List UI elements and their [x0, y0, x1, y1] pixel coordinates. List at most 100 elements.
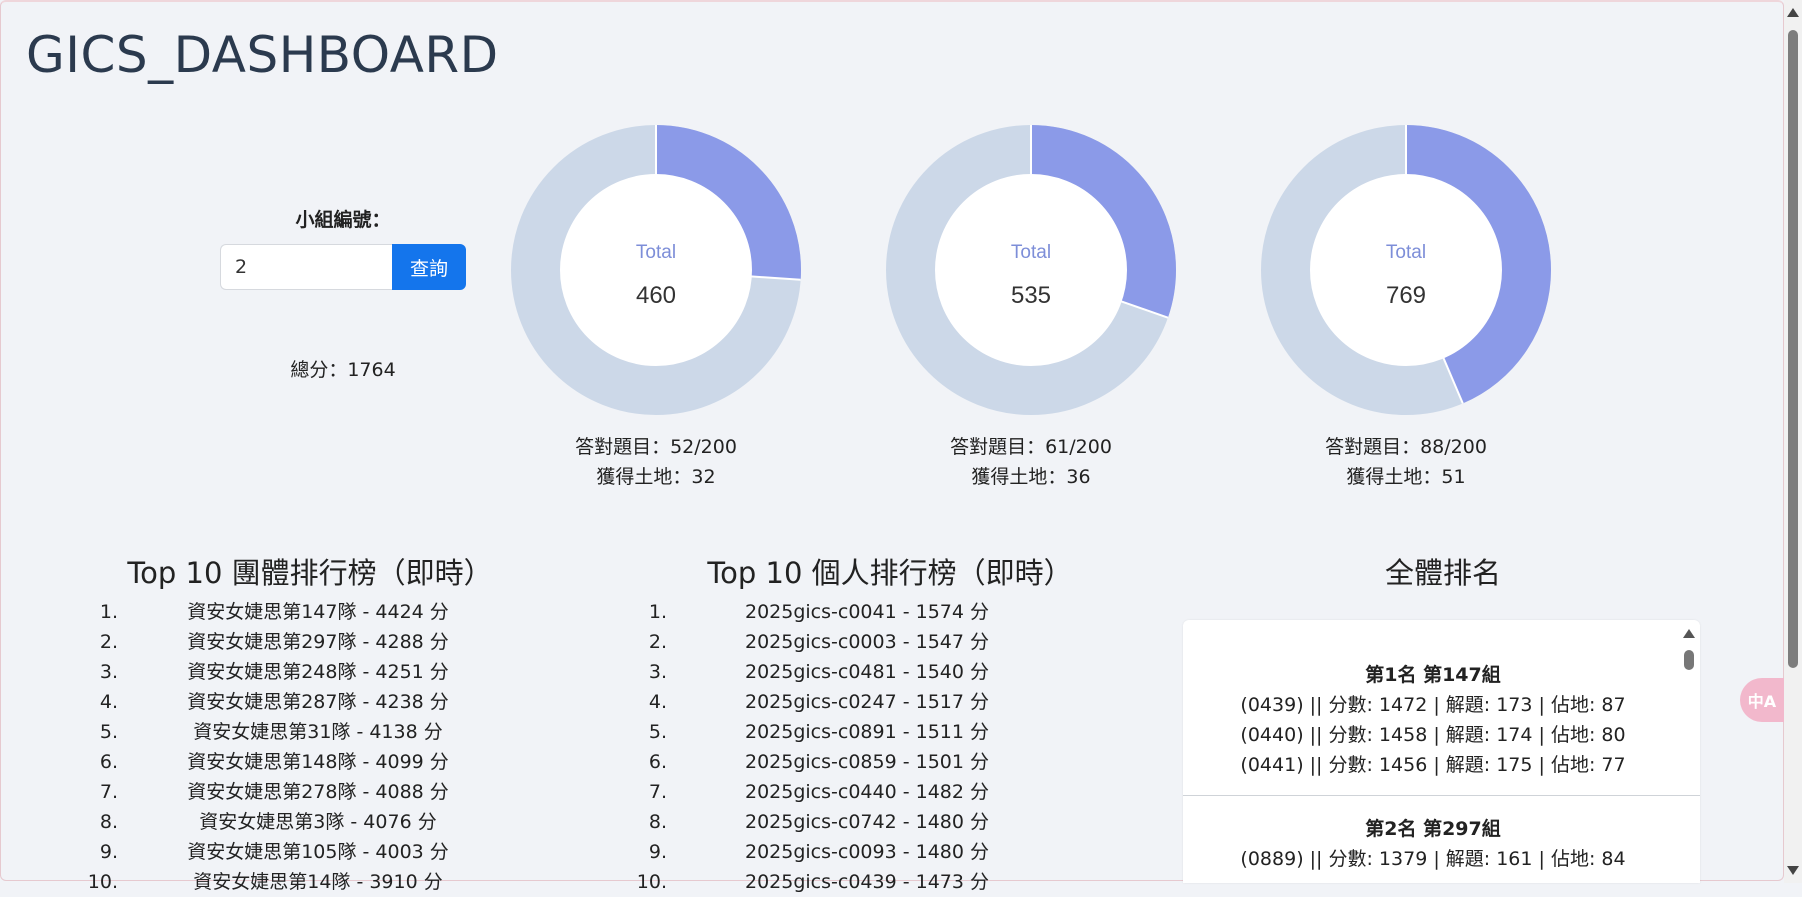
donut-svg-1: Total 460 [511, 125, 801, 415]
ranking-number: 9. [99, 841, 118, 863]
land-count: 獲得土地：36 [971, 466, 1091, 488]
ranking-number: 1. [99, 601, 118, 623]
ranking-item: 4. 2025gics-c0247 - 1517 分 [627, 687, 1107, 717]
group-query-panel: 小組編號： 查詢 [220, 205, 466, 290]
query-button[interactable]: 查詢 [392, 244, 466, 290]
donut-svg-3: Total 769 [1261, 125, 1551, 415]
ranking-number: 8. [99, 811, 118, 833]
donut-caption-1: 答對題目：52/200 獲得土地：32 [511, 432, 801, 492]
member-score-line: (0440) || 分數: 1458 | 解題: 174 | 佔地: 80 [1240, 724, 1626, 746]
ranking-number: 5. [648, 721, 667, 743]
ranking-number: 2. [99, 631, 118, 653]
ranking-number: 10. [636, 871, 667, 893]
ranking-item: 9. 2025gics-c0093 - 1480 分 [627, 837, 1107, 867]
page-scroll-up-icon[interactable] [1787, 8, 1799, 17]
group-heading: 第2名 第297組 [1365, 818, 1501, 840]
total-score: 總分：1764 [290, 359, 396, 381]
ranking-item: 10. 2025gics-c0439 - 1473 分 [627, 867, 1107, 897]
individual-ranking-title: Top 10 個人排行榜（即時） [707, 556, 1073, 590]
donut-hole [935, 174, 1127, 366]
ranking-text: 2025gics-c0859 - 1501 分 [744, 751, 990, 773]
overall-ranking-scrollbar[interactable] [1678, 620, 1700, 883]
overall-ranking-content: 第1名 第147組 (0439) || 分數: 1472 | 解題: 173 | … [1183, 620, 1700, 874]
ranking-text: 2025gics-c0440 - 1482 分 [744, 781, 990, 803]
ranking-item: 9. 資安女婕思第105隊 - 4003 分 [78, 837, 558, 867]
donut-caption-2: 答對題目：61/200 獲得土地：36 [886, 432, 1176, 492]
ranking-text: 資安女婕思第297隊 - 4288 分 [187, 631, 449, 653]
page-scroll-thumb[interactable] [1788, 30, 1798, 668]
ranking-item: 10. 資安女婕思第14隊 - 3910 分 [78, 867, 558, 897]
donut-hole [1310, 174, 1502, 366]
ranking-number: 4. [99, 691, 118, 713]
ranking-number: 7. [99, 781, 118, 803]
ranking-text: 資安女婕思第14隊 - 3910 分 [193, 871, 443, 893]
member-score-line: (0889) || 分數: 1379 | 解題: 161 | 佔地: 84 [1240, 848, 1626, 870]
donut-chart-2: Total 535 [886, 125, 1176, 415]
overall-ranking-title: 全體排名 [1384, 556, 1501, 590]
ranking-item: 4. 資安女婕思第287隊 - 4238 分 [78, 687, 558, 717]
ranking-number: 9. [648, 841, 667, 863]
group-block: 第2名 第297組 (0889) || 分數: 1379 | 解題: 161 | … [1203, 814, 1663, 874]
ranking-item: 5. 2025gics-c0891 - 1511 分 [627, 717, 1107, 747]
ranking-text: 資安女婕思第278隊 - 4088 分 [187, 781, 449, 803]
donut-total-value: 535 [1011, 282, 1051, 309]
donut-center-label: Total [636, 242, 676, 263]
donut-total-value: 769 [1386, 282, 1426, 309]
donut-center-label: Total [1386, 242, 1426, 263]
page-scroll-down-icon[interactable] [1787, 866, 1799, 875]
ranking-item: 2. 資安女婕思第297隊 - 4288 分 [78, 627, 558, 657]
group-number-label: 小組編號： [295, 209, 391, 231]
ranking-item: 8. 資安女婕思第3隊 - 4076 分 [78, 807, 558, 837]
group-divider [1183, 795, 1700, 796]
page-title: GICS_DASHBOARD [26, 26, 499, 84]
donut-chart-3: Total 769 [1261, 125, 1551, 415]
ranking-text: 2025gics-c0041 - 1574 分 [744, 601, 990, 623]
ranking-text: 2025gics-c0003 - 1547 分 [744, 631, 990, 653]
ranking-item: 2. 2025gics-c0003 - 1547 分 [627, 627, 1107, 657]
ranking-text: 資安女婕思第248隊 - 4251 分 [187, 661, 449, 683]
ranking-number: 4. [648, 691, 667, 713]
group-block: 第1名 第147組 (0439) || 分數: 1472 | 解題: 173 | … [1203, 660, 1663, 780]
query-row: 查詢 [220, 244, 466, 290]
ranking-number: 6. [99, 751, 118, 773]
ranking-text: 2025gics-c0742 - 1480 分 [744, 811, 990, 833]
team-ranking-list: 1. 資安女婕思第147隊 - 4424 分 2. 資安女婕思第297隊 - 4288… [78, 597, 558, 897]
land-count: 獲得土地：32 [596, 466, 716, 488]
ranking-number: 7. [648, 781, 667, 803]
overall-ranking-panel[interactable]: 第1名 第147組 (0439) || 分數: 1472 | 解題: 173 | … [1183, 620, 1700, 883]
ranking-text: 2025gics-c0439 - 1473 分 [744, 871, 990, 893]
scroll-thumb[interactable] [1684, 650, 1694, 670]
ranking-item: 1. 2025gics-c0041 - 1574 分 [627, 597, 1107, 627]
ranking-number: 2. [648, 631, 667, 653]
ranking-text: 資安女婕思第31隊 - 4138 分 [193, 721, 443, 743]
donut-hole [560, 174, 752, 366]
team-ranking-title: Top 10 團體排行榜（即時） [127, 556, 493, 590]
ranking-number: 6. [648, 751, 667, 773]
ranking-text: 資安女婕思第105隊 - 4003 分 [187, 841, 449, 863]
translate-icon[interactable]: 中A [1740, 678, 1784, 722]
ranking-text: 2025gics-c0481 - 1540 分 [744, 661, 990, 683]
ranking-text: 2025gics-c0891 - 1511 分 [744, 721, 990, 743]
ranking-text: 2025gics-c0093 - 1480 分 [744, 841, 990, 863]
ranking-text: 資安女婕思第287隊 - 4238 分 [187, 691, 449, 713]
ranking-text: 資安女婕思第148隊 - 4099 分 [187, 751, 449, 773]
ranking-item: 3. 2025gics-c0481 - 1540 分 [627, 657, 1107, 687]
member-score-line: (0439) || 分數: 1472 | 解題: 173 | 佔地: 87 [1240, 694, 1626, 716]
donut-caption-3: 答對題目：88/200 獲得土地：51 [1261, 432, 1551, 492]
group-heading: 第1名 第147組 [1365, 664, 1501, 686]
ranking-number: 1. [648, 601, 667, 623]
individual-ranking-list: 1. 2025gics-c0041 - 1574 分 2. 2025gics-c000… [627, 597, 1107, 897]
page-scrollbar[interactable] [1784, 0, 1802, 883]
ranking-item: 5. 資安女婕思第31隊 - 4138 分 [78, 717, 558, 747]
ranking-text: 資安女婕思第147隊 - 4424 分 [187, 601, 449, 623]
ranking-number: 5. [99, 721, 118, 743]
group-number-input[interactable] [220, 244, 392, 290]
land-count: 獲得土地：51 [1346, 466, 1466, 488]
scroll-up-arrow-icon[interactable] [1683, 629, 1695, 638]
ranking-text: 資安女婕思第3隊 - 4076 分 [199, 811, 437, 833]
correct-count: 答對題目：88/200 [1325, 436, 1487, 458]
correct-count: 答對題目：61/200 [950, 436, 1112, 458]
donut-svg-2: Total 535 [886, 125, 1176, 415]
ranking-number: 8. [648, 811, 667, 833]
ranking-item: 7. 2025gics-c0440 - 1482 分 [627, 777, 1107, 807]
